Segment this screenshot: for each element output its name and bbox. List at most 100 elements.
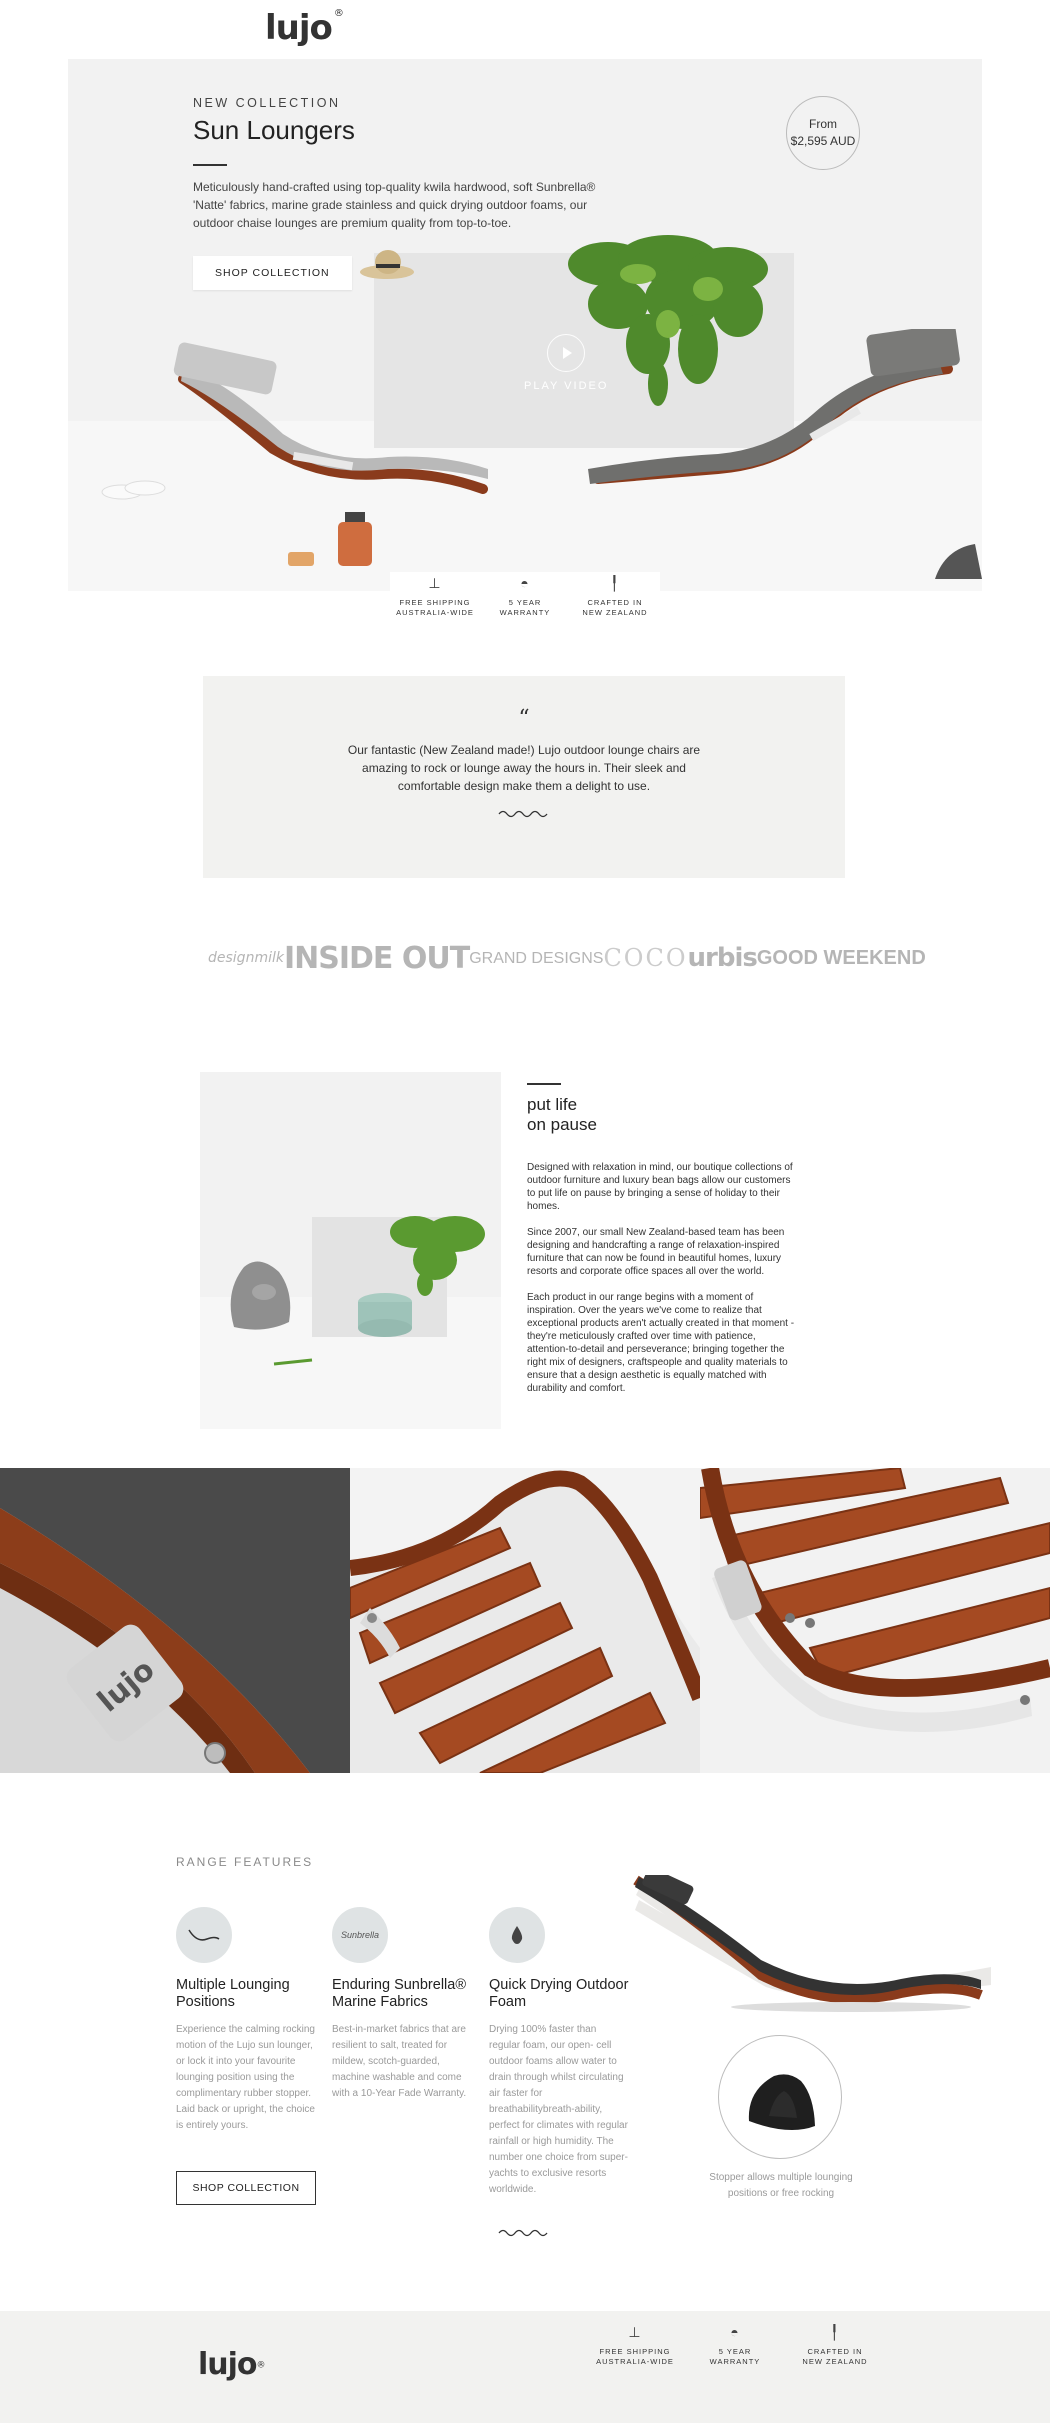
lounger-frame-closeup-image (700, 1468, 1050, 1773)
price-value: $2,595 AUD (790, 134, 856, 148)
feature-title: Quick Drying Outdoor Foam (489, 1977, 629, 2010)
usp-line2: WARRANTY (709, 2357, 761, 2366)
usp-line1: FREE SHIPPING (599, 2347, 671, 2356)
usp-crafted: ╿ CRAFTED IN NEW ZEALAND (790, 2324, 880, 2367)
bean-bag-image (230, 1261, 291, 1330)
sprig-image (273, 1358, 313, 1366)
usp-line2: AUSTRALIA-WIDE (396, 608, 474, 617)
about-image (200, 1072, 501, 1429)
about-paragraph: Each product in our range begins with a … (527, 1292, 795, 1394)
usp-line1: CRAFTED IN (587, 598, 643, 607)
hero-divider (193, 164, 227, 166)
rocking-curve-icon (176, 1907, 232, 1963)
hero-eyebrow: NEW COLLECTION (193, 96, 341, 110)
about-title-line1: put life (527, 1095, 578, 1114)
warranty-icon: ◓ (730, 2324, 740, 2340)
press-logos: designmilk INSIDE OUT GRAND DESIGNS COCO… (208, 938, 926, 978)
hero-description: Meticulously hand-crafted using top-qual… (193, 180, 596, 230)
play-video-label: PLAY VIDEO (524, 380, 609, 392)
testimonial-block: “ Our fantastic (New Zealand made!) Lujo… (203, 676, 845, 878)
feature-lounging-positions: Multiple Lounging Positions Experience t… (176, 1907, 316, 2134)
sun-lounger-left-image (173, 342, 488, 494)
range-features-section: RANGE FEATURES Multiple Lounging Positio… (176, 1855, 996, 2235)
logo-text: lujo (265, 8, 333, 48)
water-drop-icon (489, 1907, 545, 1963)
parasol-icon: ⊥ (628, 2324, 642, 2340)
parasol-icon: ⊥ (428, 575, 442, 591)
price-badge: From $2,595 AUD (786, 96, 860, 170)
sunbrella-icon-text: Sunbrella (340, 1930, 380, 1940)
logo-registered-mark: ® (333, 8, 344, 19)
press-logo-inside-out: INSIDE OUT (283, 940, 470, 976)
sun-lounger-right-image (588, 329, 960, 484)
sneakers-image (101, 480, 166, 500)
usp-strip: ⊥ FREE SHIPPING AUSTRALIA-WIDE ◓ 5 YEAR … (390, 572, 660, 642)
feature-quick-drying-foam: Quick Drying Outdoor Foam Drying 100% fa… (489, 1907, 629, 2198)
usp-line1: CRAFTED IN (807, 2347, 863, 2356)
teapot-image (288, 512, 372, 566)
usp-free-shipping: ⊥ FREE SHIPPING AUSTRALIA-WIDE (395, 575, 475, 642)
usp-free-shipping: ⊥ FREE SHIPPING AUSTRALIA-WIDE (590, 2324, 680, 2367)
usp-line2: NEW ZEALAND (802, 2357, 868, 2366)
footer-logo[interactable]: lujo® (198, 2347, 266, 2382)
range-shop-collection-button[interactable]: SHOP COLLECTION (176, 2171, 316, 2205)
usp-crafted: ╿ CRAFTED IN NEW ZEALAND (575, 575, 655, 642)
site-header: lujo ® (0, 0, 1050, 58)
sunbrella-icon: Sunbrella (332, 1907, 388, 1963)
about-divider (527, 1083, 561, 1085)
press-logo-coco: COCO (603, 944, 688, 972)
about-text-block: put life on pause Designed with relaxati… (527, 1083, 797, 1395)
detail-photo-strip: lujo (0, 1468, 1050, 1773)
feature-body: Drying 100% faster than regular foam, ou… (489, 2024, 628, 2195)
usp-line1: FREE SHIPPING (399, 598, 471, 607)
hero-shop-collection-button[interactable]: SHOP COLLECTION (193, 256, 352, 290)
feature-body: Experience the calming rocking motion of… (176, 2024, 315, 2131)
grand-designs-text: GRAND DESIGNS (469, 949, 604, 967)
warranty-icon: ◓ (520, 575, 530, 591)
feature-sunbrella-fabrics: Sunbrella Enduring Sunbrella® Marine Fab… (332, 1907, 472, 2102)
press-logo-grand-designs: GRAND DESIGNS (469, 949, 604, 967)
play-video-button[interactable]: PLAY VIDEO (524, 334, 608, 392)
squiggle-divider-icon (498, 810, 548, 818)
rubber-stopper-image (748, 2074, 815, 2130)
about-paragraph: Since 2007, our small New Zealand-based … (527, 1227, 785, 1277)
about-paragraph: Designed with relaxation in mind, our bo… (527, 1162, 793, 1212)
usp-line2: WARRANTY (499, 608, 551, 617)
hero-banner: NEW COLLECTION Sun Loungers Meticulously… (68, 59, 982, 591)
site-footer: lujo® ⊥ FREE SHIPPING AUSTRALIA-WIDE ◓ 5… (0, 2311, 1050, 2423)
lounger-slats-closeup-image (350, 1468, 700, 1773)
usp-warranty: ◓ 5 YEAR WARRANTY (485, 575, 565, 642)
feature-body: Best-in-market fabrics that are resilien… (332, 2024, 467, 2099)
press-logo-good-weekend: GOOD WEEKEND (756, 946, 926, 969)
hero-text-block: NEW COLLECTION Sun Loungers Meticulously… (193, 96, 613, 290)
flag-icon: ╿ (830, 2324, 840, 2340)
usp-line2: NEW ZEALAND (582, 608, 648, 617)
press-logo-designmilk: designmilk (208, 950, 284, 966)
footer-usps: ⊥ FREE SHIPPING AUSTRALIA-WIDE ◓ 5 YEAR … (590, 2324, 880, 2367)
squiggle-divider-icon (498, 2229, 548, 2237)
price-from-label: From (809, 117, 837, 131)
stopper-caption: Stopper allows multiple lounging positio… (709, 2172, 853, 2199)
footer-logo-text: lujo (198, 2347, 258, 2382)
rocking-lounger-motion-image (633, 1875, 991, 2012)
feature-title: Enduring Sunbrella® Marine Fabrics (332, 1977, 467, 2010)
testimonial-text: Our fantastic (New Zealand made!) Lujo o… (347, 743, 701, 793)
range-eyebrow: RANGE FEATURES (176, 1855, 314, 1869)
brand-logo[interactable]: lujo ® (265, 8, 344, 48)
stopper-image-circle (718, 2035, 842, 2159)
detail-photo-badge: lujo (0, 1468, 350, 1773)
feature-title: Multiple Lounging Positions (176, 1977, 290, 2010)
flag-icon: ╿ (610, 575, 620, 591)
usp-line1: 5 YEAR (718, 2347, 752, 2356)
quote-icon: “ (518, 706, 530, 731)
detail-photo-frame (700, 1468, 1050, 1773)
plant-image (390, 1216, 485, 1296)
press-logo-urbis: urbis (687, 943, 758, 973)
ottoman-image (358, 1293, 412, 1337)
usp-line1: 5 YEAR (508, 598, 542, 607)
play-icon (547, 334, 586, 372)
hero-title: Sun Loungers (193, 115, 355, 145)
footer-logo-registered-mark: ® (256, 2360, 266, 2371)
detail-photo-slats (350, 1468, 700, 1773)
usp-line2: AUSTRALIA-WIDE (596, 2357, 674, 2366)
